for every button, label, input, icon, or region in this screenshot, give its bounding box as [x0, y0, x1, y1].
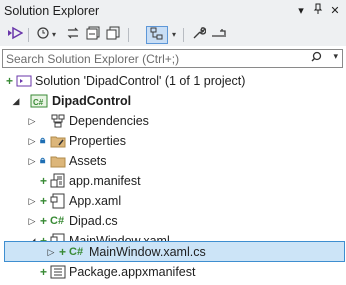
collapsed-arrow-icon[interactable]: ▷ [27, 194, 37, 208]
history-dropdown-icon[interactable]: ▾ [50, 26, 58, 44]
tree-item-label: App.xaml [69, 194, 122, 208]
manifest-icon [50, 173, 66, 189]
pending-add-icon: + [6, 74, 14, 88]
collapsed-arrow-icon[interactable]: ▷ [46, 245, 56, 259]
tree-item-label: Solution 'DipadControl' (1 of 1 project) [35, 74, 246, 88]
search-options-dropdown-icon[interactable]: ▾ [333, 51, 338, 62]
toolbar: ▾ ▾ [0, 24, 346, 46]
pending-add-icon: + [40, 194, 48, 208]
sync-with-active-document-icon[interactable] [64, 26, 82, 44]
wrench-icon[interactable] [190, 26, 208, 44]
pending-add-icon: + [59, 245, 67, 259]
tree-item-label: Dependencies [69, 114, 149, 128]
vs-switch-views-icon[interactable] [6, 26, 24, 44]
tree-item-package-appxmanifest[interactable]: + Package.appxmanifest [0, 262, 346, 282]
toolbar-separator [183, 28, 184, 42]
svg-text:C#: C# [33, 98, 44, 107]
lock-icon: 🔒︎ [40, 155, 46, 166]
preview-selected-items-icon[interactable] [210, 26, 228, 44]
title-bar: Solution Explorer ▾ ✕ [0, 0, 346, 24]
close-icon[interactable]: ✕ [327, 3, 343, 19]
panel-title: Solution Explorer [4, 4, 100, 18]
properties-view-dropdown-icon[interactable]: ▾ [170, 26, 178, 44]
package-manifest-icon [50, 264, 66, 280]
collapse-all-icon[interactable] [84, 26, 102, 44]
pending-add-icon: + [40, 174, 48, 188]
tree-item-app-manifest[interactable]: + app.manifest [0, 171, 346, 191]
solution-icon [16, 73, 32, 89]
properties-icon [50, 133, 66, 149]
search-box[interactable]: ▾ [2, 49, 343, 68]
tree-item-label: Properties [69, 134, 126, 148]
tree-item-label: Package.appxmanifest [69, 265, 196, 279]
tree-item-app-xaml[interactable]: ▷ + App.xaml [0, 191, 346, 211]
tree-item-label: Dipad.cs [69, 214, 118, 228]
tree-item-label: DipadControl [52, 94, 132, 108]
tree-item-label: Assets [69, 154, 107, 168]
expanded-arrow-icon[interactable]: ◢ [11, 94, 21, 108]
xaml-icon [50, 193, 66, 209]
csharp-file-icon: C# [69, 246, 84, 258]
lock-icon: 🔒︎ [40, 135, 46, 146]
csharp-project-icon: C# [30, 93, 48, 109]
tree-item-dipad-cs[interactable]: ▷ + C# Dipad.cs [0, 211, 346, 231]
tree-item-label: app.manifest [69, 174, 141, 188]
folder-icon [50, 153, 66, 169]
tree-item-mainwindow-xaml-cs[interactable]: ▷ + C# MainWindow.xaml.cs [4, 241, 345, 262]
toolbar-separator [28, 28, 29, 42]
collapsed-arrow-icon[interactable]: ▷ [27, 114, 37, 128]
tree-item-project[interactable]: ◢ C# DipadControl [0, 91, 346, 111]
toolbar-separator [128, 28, 129, 42]
properties-view-icon[interactable] [146, 26, 168, 44]
show-all-files-icon[interactable] [104, 26, 122, 44]
collapsed-arrow-icon[interactable]: ▷ [27, 214, 37, 228]
pin-icon[interactable] [310, 3, 326, 19]
collapsed-arrow-icon[interactable]: ▷ [27, 154, 37, 168]
collapsed-arrow-icon[interactable]: ▷ [27, 134, 37, 148]
dependencies-icon [50, 113, 66, 129]
solution-explorer-panel: Solution Explorer ▾ ✕ ▾ ▾ Search Solutio… [0, 0, 346, 285]
window-options-dropdown-icon[interactable]: ▾ [293, 3, 309, 19]
pending-add-icon: + [40, 265, 48, 279]
tree-item-properties[interactable]: ▷ 🔒︎ Properties [0, 131, 346, 151]
csharp-file-icon: C# [50, 215, 65, 227]
tree-item-assets[interactable]: ▷ 🔒︎ Assets [0, 151, 346, 171]
tree-item-label: MainWindow.xaml.cs [89, 245, 206, 259]
tree-item-dependencies[interactable]: ▷ Dependencies [0, 111, 346, 131]
pending-add-icon: + [40, 214, 48, 228]
search-icon[interactable] [311, 51, 322, 65]
search-input[interactable] [6, 51, 306, 66]
tree-item-solution[interactable]: + Solution 'DipadControl' (1 of 1 projec… [0, 71, 346, 91]
